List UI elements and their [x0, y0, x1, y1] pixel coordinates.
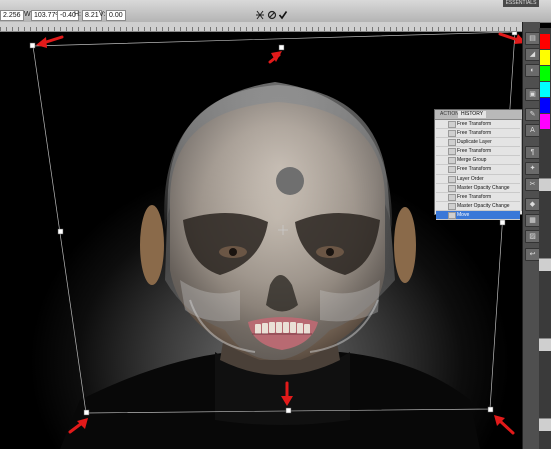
history-item-label: Free Transform — [457, 166, 492, 173]
paths-icon[interactable]: ✦ — [525, 162, 540, 175]
horizontal-ruler — [0, 22, 522, 32]
history-item-label: Layer Order — [457, 175, 484, 182]
history-state-icon — [448, 166, 456, 174]
history-state-icon — [448, 211, 456, 219]
arrow-bottom-right — [494, 415, 515, 435]
adjustments-icon[interactable]: ◐ — [525, 64, 540, 77]
swatch-blue[interactable] — [540, 98, 550, 113]
cancel-icon[interactable] — [267, 9, 277, 21]
history-item-label: Master Opacity Change — [457, 184, 510, 191]
v-label: V: — [99, 11, 106, 18]
handle-bottom-right — [487, 406, 494, 413]
history-list: Free Transform Free Transform Duplicate … — [436, 120, 520, 221]
checkmark-icon[interactable] — [278, 9, 288, 21]
swatch-cyan[interactable] — [540, 82, 550, 97]
v-skew-field[interactable]: 0.00 — [106, 10, 126, 21]
history-item-label: Merge Group — [457, 157, 487, 164]
history-panel-icon[interactable]: ▣ — [525, 88, 540, 101]
handle-top-left — [29, 42, 36, 49]
history-item[interactable]: Merge Group — [436, 156, 520, 166]
history-item-label: Free Transform — [457, 121, 492, 127]
history-state-icon — [448, 202, 456, 210]
side-panel-tab[interactable] — [539, 178, 551, 191]
undo-icon[interactable]: ↩ — [525, 248, 540, 261]
swatches-panel — [539, 28, 551, 449]
arrow-top-left — [36, 35, 64, 48]
brush-icon[interactable]: ✎ — [525, 108, 540, 121]
history-item-label: Master Opacity Change — [457, 202, 510, 209]
history-state-icon — [448, 193, 456, 201]
side-panel-tab[interactable] — [539, 418, 551, 431]
panel-dock: ▤ ◢ ◐ ▣ ✎ A ¶ ✦ ✂ ◆ ▦ ▨ ↩ — [522, 22, 540, 449]
history-state-icon — [448, 121, 456, 128]
history-state-icon — [448, 139, 456, 147]
history-item[interactable]: Free Transform — [436, 129, 520, 139]
side-panel-tab[interactable] — [539, 338, 551, 351]
document-canvas[interactable]: ACTIONS HISTORY Free Transform Free Tran… — [0, 32, 522, 449]
handle-middle-right — [499, 219, 506, 226]
history-state-icon — [448, 157, 456, 165]
history-item[interactable]: Master Opacity Change — [436, 202, 520, 211]
tab-history[interactable]: HISTORY — [458, 111, 487, 118]
forehead-circle — [276, 167, 304, 195]
history-item[interactable]: Master Opacity Change — [436, 184, 520, 193]
left-ear — [140, 205, 164, 285]
history-item-label: Free Transform — [457, 148, 492, 155]
swatch-green[interactable] — [540, 66, 550, 81]
history-item-label: Move — [457, 211, 470, 218]
image-icon[interactable]: ▨ — [525, 230, 540, 243]
swatch-magenta[interactable] — [540, 114, 550, 129]
options-bar: 2.256 W: 103.77% -0.40 H: 8.21 V: 0.00 E… — [0, 0, 551, 23]
history-item[interactable]: Free Transform — [436, 165, 520, 175]
history-item[interactable]: Free Transform — [436, 193, 520, 202]
history-state-icon — [448, 148, 456, 156]
histogram-icon[interactable]: ◢ — [525, 48, 540, 61]
workspace-switcher[interactable]: ESSENTIALS — [503, 0, 539, 7]
styles-icon[interactable]: ◆ — [525, 198, 540, 211]
handle-bottom-center — [285, 407, 292, 414]
h-label: H: — [74, 11, 81, 18]
canvas-artwork — [29, 32, 522, 449]
history-item-label: Duplicate Layer — [457, 139, 492, 146]
handle-bottom-left — [83, 409, 90, 416]
reference-point-x-field[interactable]: 2.256 — [0, 10, 24, 21]
history-item-label: Free Transform — [457, 130, 492, 137]
handle-middle-left — [57, 228, 64, 235]
history-state-icon — [448, 184, 456, 192]
history-item-label: Free Transform — [457, 193, 492, 200]
channels-icon[interactable]: ▦ — [525, 214, 540, 227]
type-icon[interactable]: A — [525, 124, 540, 137]
history-item[interactable]: Layer Order — [436, 175, 520, 184]
history-item-selected[interactable]: Move — [436, 210, 520, 221]
history-panel: ACTIONS HISTORY Free Transform Free Tran… — [434, 109, 522, 221]
right-ear — [394, 207, 416, 283]
layers-panel-icon[interactable]: ▤ — [525, 32, 540, 45]
history-item[interactable]: Duplicate Layer — [436, 138, 520, 148]
history-item[interactable]: Free Transform — [436, 147, 520, 157]
arrow-top-center — [268, 51, 282, 64]
swatch-yellow[interactable] — [540, 50, 550, 65]
history-state-icon — [448, 130, 456, 138]
handle-top-right — [511, 32, 518, 36]
history-item[interactable]: Free Transform — [436, 120, 520, 130]
swatch-red[interactable] — [540, 34, 550, 49]
character-icon[interactable]: ¶ — [525, 146, 540, 159]
handle-top-center — [278, 44, 285, 51]
panel-tab-bar: ACTIONS HISTORY — [435, 110, 522, 120]
arrow-top-right — [498, 32, 522, 44]
history-state-icon — [448, 175, 456, 183]
tools-icon[interactable]: ✂ — [525, 178, 540, 191]
side-panel-tab[interactable] — [539, 258, 551, 271]
